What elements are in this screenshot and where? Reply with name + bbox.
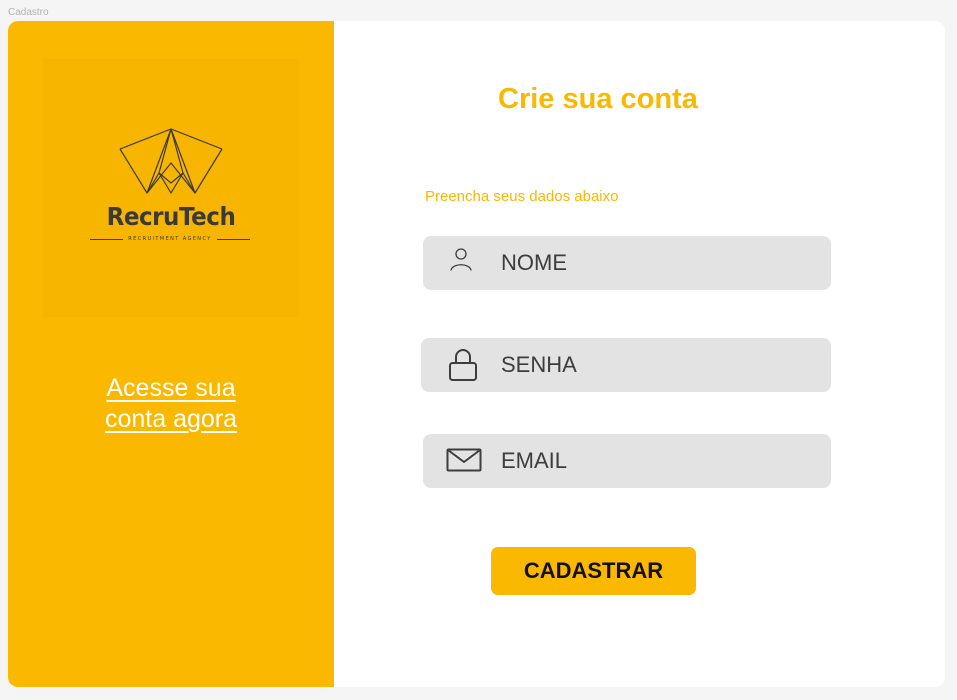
login-link-line-2[interactable]: conta agora [105,405,237,433]
user-icon [450,248,472,271]
paper-boat-icon [119,128,223,194]
login-link-line-1[interactable]: Acesse sua [106,374,235,402]
signup-card: RecruTech RECRUITMENT AGENCY Acesse sua … [8,21,945,687]
brand-tagline-row: RECRUITMENT AGENCY [90,234,251,244]
name-input[interactable] [501,236,811,290]
divider [216,238,251,240]
frame-label: Cadastro [8,7,49,18]
email-field[interactable] [423,434,831,488]
name-field[interactable] [423,236,831,290]
password-input[interactable] [501,338,811,392]
lock-icon [449,349,477,381]
mail-icon [446,448,482,472]
page-title: Crie sua conta [498,83,698,115]
brand-panel: RecruTech RECRUITMENT AGENCY Acesse sua … [8,21,334,687]
register-button[interactable]: CADASTRAR [491,547,696,595]
brand-name: RecruTech [106,202,236,231]
brand-tagline: RECRUITMENT AGENCY [128,236,212,242]
login-link[interactable]: Acesse sua conta agora [8,373,334,435]
form-subtitle: Preencha seus dados abaixo [425,188,619,205]
password-field[interactable] [421,338,831,392]
divider [90,238,124,240]
logo: RecruTech RECRUITMENT AGENCY [43,59,299,317]
email-input[interactable] [501,434,811,488]
